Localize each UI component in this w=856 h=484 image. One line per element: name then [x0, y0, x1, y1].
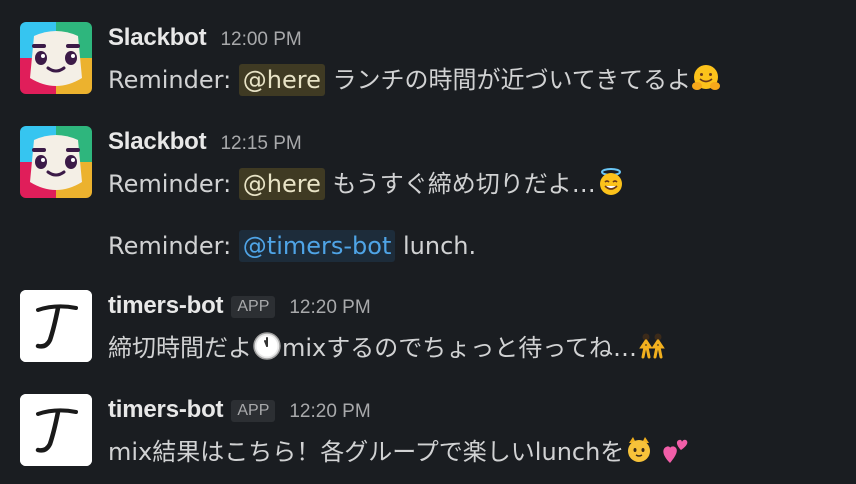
user-mention[interactable]: @timers-bot [238, 230, 396, 262]
timers-bot-logo-icon [20, 290, 92, 362]
reminder-prefix: Reminder: [108, 232, 239, 260]
timestamp[interactable]: 12:20 PM [289, 297, 370, 319]
sender-name[interactable]: Slackbot [108, 128, 207, 156]
here-mention[interactable]: @here [238, 168, 325, 200]
sender-name[interactable]: timers-bot [108, 292, 224, 320]
message-text: Reminder: @here ランチの時間が近づいてきてるよ [108, 64, 721, 96]
dancers-emoji-icon [637, 331, 667, 361]
timers-bot-logo-icon [20, 394, 92, 466]
timestamp[interactable]: 12:15 PM [220, 133, 301, 155]
message-body: ランチの時間が近づいてきてるよ [324, 66, 692, 94]
reminder-prefix: Reminder: [108, 66, 239, 94]
message-body: mix結果はこちら！各グループで楽しいlunchを [108, 438, 625, 466]
clock-emoji-icon [252, 331, 282, 361]
sender-name[interactable]: timers-bot [108, 396, 224, 424]
message-slackbot-3: Reminder: @timers-bot lunch. [0, 228, 856, 268]
timers-bot-avatar[interactable] [20, 290, 92, 362]
message-body: lunch. [395, 232, 477, 260]
timers-bot-avatar[interactable] [20, 394, 92, 466]
sender-name[interactable]: Slackbot [108, 24, 207, 52]
message-text: mix結果はこちら！各グループで楽しいlunchを [108, 436, 690, 468]
slackbot-logo-icon [20, 22, 92, 94]
two-hearts-emoji-icon [660, 435, 690, 465]
slackbot-logo-icon [20, 126, 92, 198]
app-badge: APP [231, 400, 276, 422]
reminder-prefix: Reminder: [108, 170, 239, 198]
hugging-face-emoji-icon [691, 63, 721, 93]
message-slackbot-2: Slackbot 12:15 PM Reminder: @here もうすぐ締め… [0, 124, 856, 204]
cat-face-emoji-icon [624, 435, 654, 465]
smiling-face-with-halo-emoji-icon [596, 167, 626, 197]
message-text: Reminder: @here もうすぐ締め切りだよ… [108, 168, 626, 200]
slackbot-avatar[interactable] [20, 126, 92, 198]
slackbot-avatar[interactable] [20, 22, 92, 94]
message-body-before: 締切時間だよ [108, 334, 252, 362]
message-timers-bot-2: timers-bot APP 12:20 PM mix結果はこちら！各グループで… [0, 392, 856, 472]
message-timers-bot-1: timers-bot APP 12:20 PM 締切時間だよ mixするのでちょ… [0, 288, 856, 368]
message-slackbot-1: Slackbot 12:00 PM Reminder: @here ランチの時間… [0, 20, 856, 100]
message-body: もうすぐ締め切りだよ… [324, 170, 596, 198]
timestamp[interactable]: 12:00 PM [220, 29, 301, 51]
timestamp[interactable]: 12:20 PM [289, 401, 370, 423]
message-body-after: mixするのでちょっと待ってね… [282, 334, 638, 362]
here-mention[interactable]: @here [238, 64, 325, 96]
message-text: 締切時間だよ mixするのでちょっと待ってね… [108, 332, 667, 364]
app-badge: APP [231, 296, 276, 318]
message-text: Reminder: @timers-bot lunch. [108, 230, 476, 262]
